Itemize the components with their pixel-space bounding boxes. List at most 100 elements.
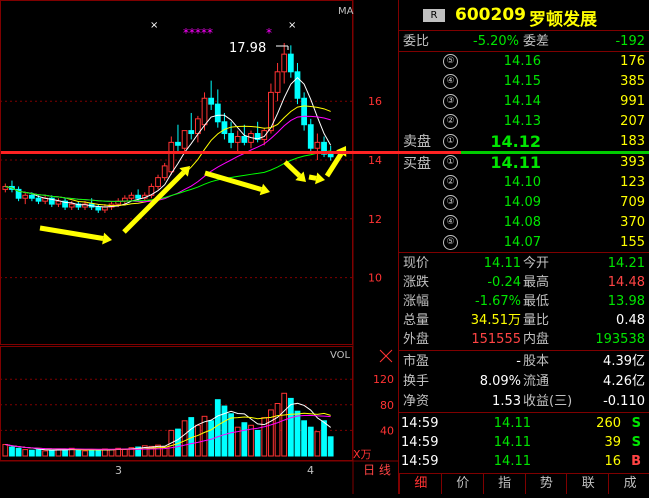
price-tick-label: 10 (368, 272, 382, 285)
buy-order-row[interactable]: ② 14.10 123 (399, 173, 649, 192)
kline-chart[interactable]: 16141210 1208040 MAVOLX万17.98***** *× ×3 4 (0, 0, 398, 494)
volume-bar (294, 410, 301, 457)
stat-value: 193538 (595, 332, 645, 347)
price-tick-label: 12 (368, 213, 382, 226)
candle-body (301, 97, 308, 126)
volume-bar (42, 450, 49, 457)
order-price: 14.07 (503, 235, 541, 250)
chart-area[interactable]: 16 14 12 10 120 80 40 MA VOL X万 17.98 ***** * × × 3 4 … (0, 0, 398, 494)
level-icon: ③ (443, 94, 458, 109)
volume-bar (22, 449, 29, 457)
candle-body (221, 121, 228, 135)
volume-bar (88, 449, 95, 457)
order-price: 14.09 (503, 195, 541, 210)
weicha-value: -192 (615, 34, 645, 49)
mark-x: × (150, 20, 158, 31)
tick-time: 14:59 (401, 435, 439, 450)
volume-bar (75, 449, 82, 457)
close-icon[interactable] (379, 349, 393, 363)
buy-order-row[interactable]: ④ 14.08 370 (399, 213, 649, 232)
candle-body (234, 135, 241, 143)
stat-value: -0.24 (487, 275, 521, 290)
signal-stars: ***** (183, 26, 213, 40)
stat-value: 0.48 (616, 313, 645, 328)
stat-label: 现价 (403, 256, 430, 271)
volume-bar (48, 449, 55, 457)
buy-order-row[interactable]: ③ 14.09 709 (399, 193, 649, 212)
candle-body (188, 130, 195, 135)
vol-label: VOL (330, 350, 351, 361)
candle-body (201, 97, 208, 126)
signal-star: * (266, 26, 272, 40)
stat-value: -1.67% (475, 294, 521, 309)
volume-bar (281, 392, 288, 457)
candle-body (241, 135, 248, 143)
stat-row: 外盘 151555 内盘 193538 (399, 330, 649, 349)
volume-bar (274, 403, 281, 457)
candle-body (22, 194, 29, 199)
stat-label: 量比 (523, 313, 550, 328)
tab-5[interactable]: 联 (566, 474, 609, 494)
quote-panel: R 600209 罗顿发展 委比 -5.20% 委差 -192 ⑤ 14.16 … (1, 0, 649, 494)
sell-order-row[interactable]: ② 14.13 207 (399, 112, 649, 131)
order-volume: 123 (620, 175, 645, 190)
tab-4[interactable]: 势 (524, 474, 568, 494)
tick-volume: 16 (604, 454, 621, 469)
tab-6[interactable]: 成 (608, 474, 649, 494)
order-price: 14.12 (490, 132, 541, 151)
tick-side: B (631, 454, 641, 469)
tab-3[interactable]: 指 (482, 474, 526, 494)
order-volume: 709 (620, 195, 645, 210)
volume-bar (301, 420, 308, 457)
candle-body (228, 133, 234, 143)
sell-order-row[interactable]: ⑤ 14.16 176 (399, 52, 649, 71)
order-price: 14.10 (503, 175, 541, 190)
sell-order-row[interactable]: ④ 14.15 385 (399, 72, 649, 91)
buy-order-row[interactable]: ⑤ 14.07 155 (399, 233, 649, 252)
order-volume: 207 (620, 114, 645, 129)
tick-row: 14:59 14.11 260 S (399, 414, 649, 433)
candle-body (168, 141, 175, 173)
candle-body (294, 71, 301, 99)
volume-bar (95, 449, 102, 457)
weibi-value: -5.20% (473, 34, 519, 49)
candle-body (274, 71, 281, 93)
sell-label: 卖盘 (403, 134, 431, 150)
stat-row: 总量 34.51万 量比 0.48 (399, 311, 649, 330)
stat-value: -0.110 (603, 394, 645, 409)
sell-order-row[interactable]: ① 14.12 183 (399, 132, 649, 151)
tick-volume: 39 (604, 435, 621, 450)
stat-value: 14.48 (607, 275, 645, 290)
sell-order-row[interactable]: ③ 14.14 991 (399, 92, 649, 111)
price-tick-label: 16 (368, 95, 382, 108)
x-tick-label: 3 (115, 464, 122, 477)
volume-bar (228, 413, 234, 457)
level-icon: ⑤ (443, 54, 458, 69)
stat-label: 最高 (523, 275, 550, 290)
tab-1[interactable]: 细 (399, 474, 442, 494)
volume-bar (254, 429, 261, 457)
candle-body (314, 141, 321, 149)
side-tab[interactable]: 日 线 (358, 462, 396, 478)
candle-body (95, 206, 102, 211)
stat-label: 换手 (403, 374, 430, 389)
fundamental-row: 净资 1.53 收益(三) -0.110 (399, 392, 649, 411)
tick-row: 14:59 14.11 16 B (399, 452, 649, 471)
order-volume: 155 (620, 235, 645, 250)
candle-body (128, 194, 135, 199)
volume-bar (241, 422, 248, 457)
tab-2[interactable]: 价 (440, 474, 484, 494)
weibi-label: 委比 (403, 34, 430, 49)
stat-label: 总量 (403, 313, 430, 328)
volume-bar (82, 450, 88, 457)
volume-bar (15, 447, 22, 457)
volume-bar (28, 449, 35, 457)
weicha-label: 委差 (523, 34, 550, 49)
candle-body (214, 103, 221, 123)
level-icon: ④ (443, 215, 458, 230)
volume-bar (287, 397, 294, 457)
annotation-arrow (122, 166, 190, 234)
tick-time: 14:59 (401, 416, 439, 431)
candle-body (307, 124, 314, 149)
buy-order-row[interactable]: ① 14.11 393 (399, 153, 649, 172)
